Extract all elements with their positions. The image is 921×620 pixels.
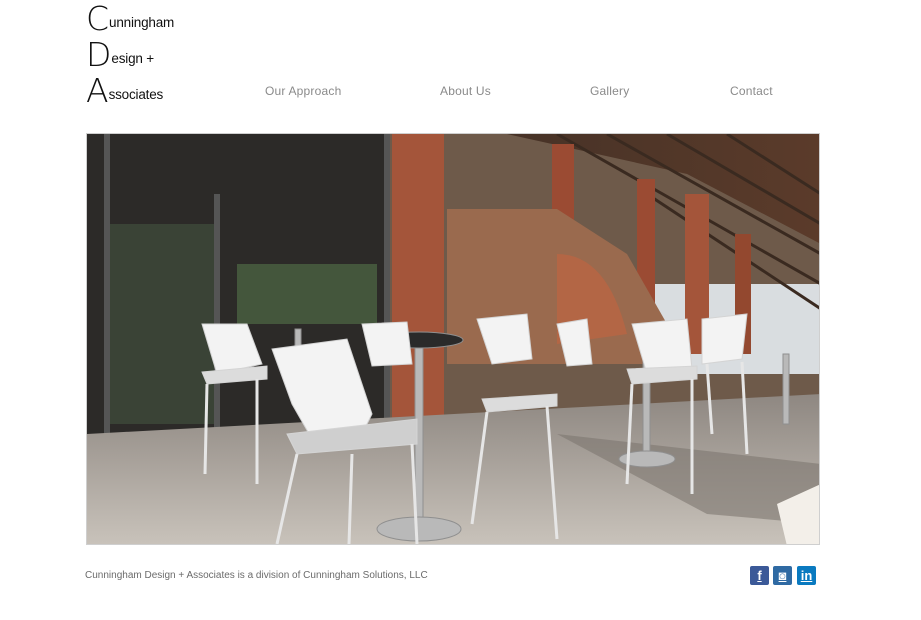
logo-letter-c: C	[86, 0, 110, 38]
hero-image	[86, 133, 820, 545]
logo-line-cunningham: Cunningham	[86, 2, 174, 35]
nav-contact[interactable]: Contact	[730, 84, 773, 98]
nav-our-approach[interactable]: Our Approach	[265, 84, 341, 98]
instagram-icon[interactable]: ◙	[773, 566, 792, 585]
logo-line-design: Design +	[86, 38, 154, 71]
linkedin-icon[interactable]: in	[797, 566, 816, 585]
footer-copyright: Cunningham Design + Associates is a divi…	[85, 570, 428, 581]
facebook-icon[interactable]: f	[750, 566, 769, 585]
photo-cafe-terrace-icon	[87, 134, 819, 544]
main-nav: Our Approach About Us Gallery Contact	[0, 84, 921, 102]
logo-word-esign: esign +	[111, 51, 154, 66]
nav-gallery[interactable]: Gallery	[590, 84, 629, 98]
logo-word-unningham: unningham	[109, 15, 175, 30]
nav-about-us[interactable]: About Us	[440, 84, 491, 98]
logo-letter-d: D	[86, 35, 112, 74]
